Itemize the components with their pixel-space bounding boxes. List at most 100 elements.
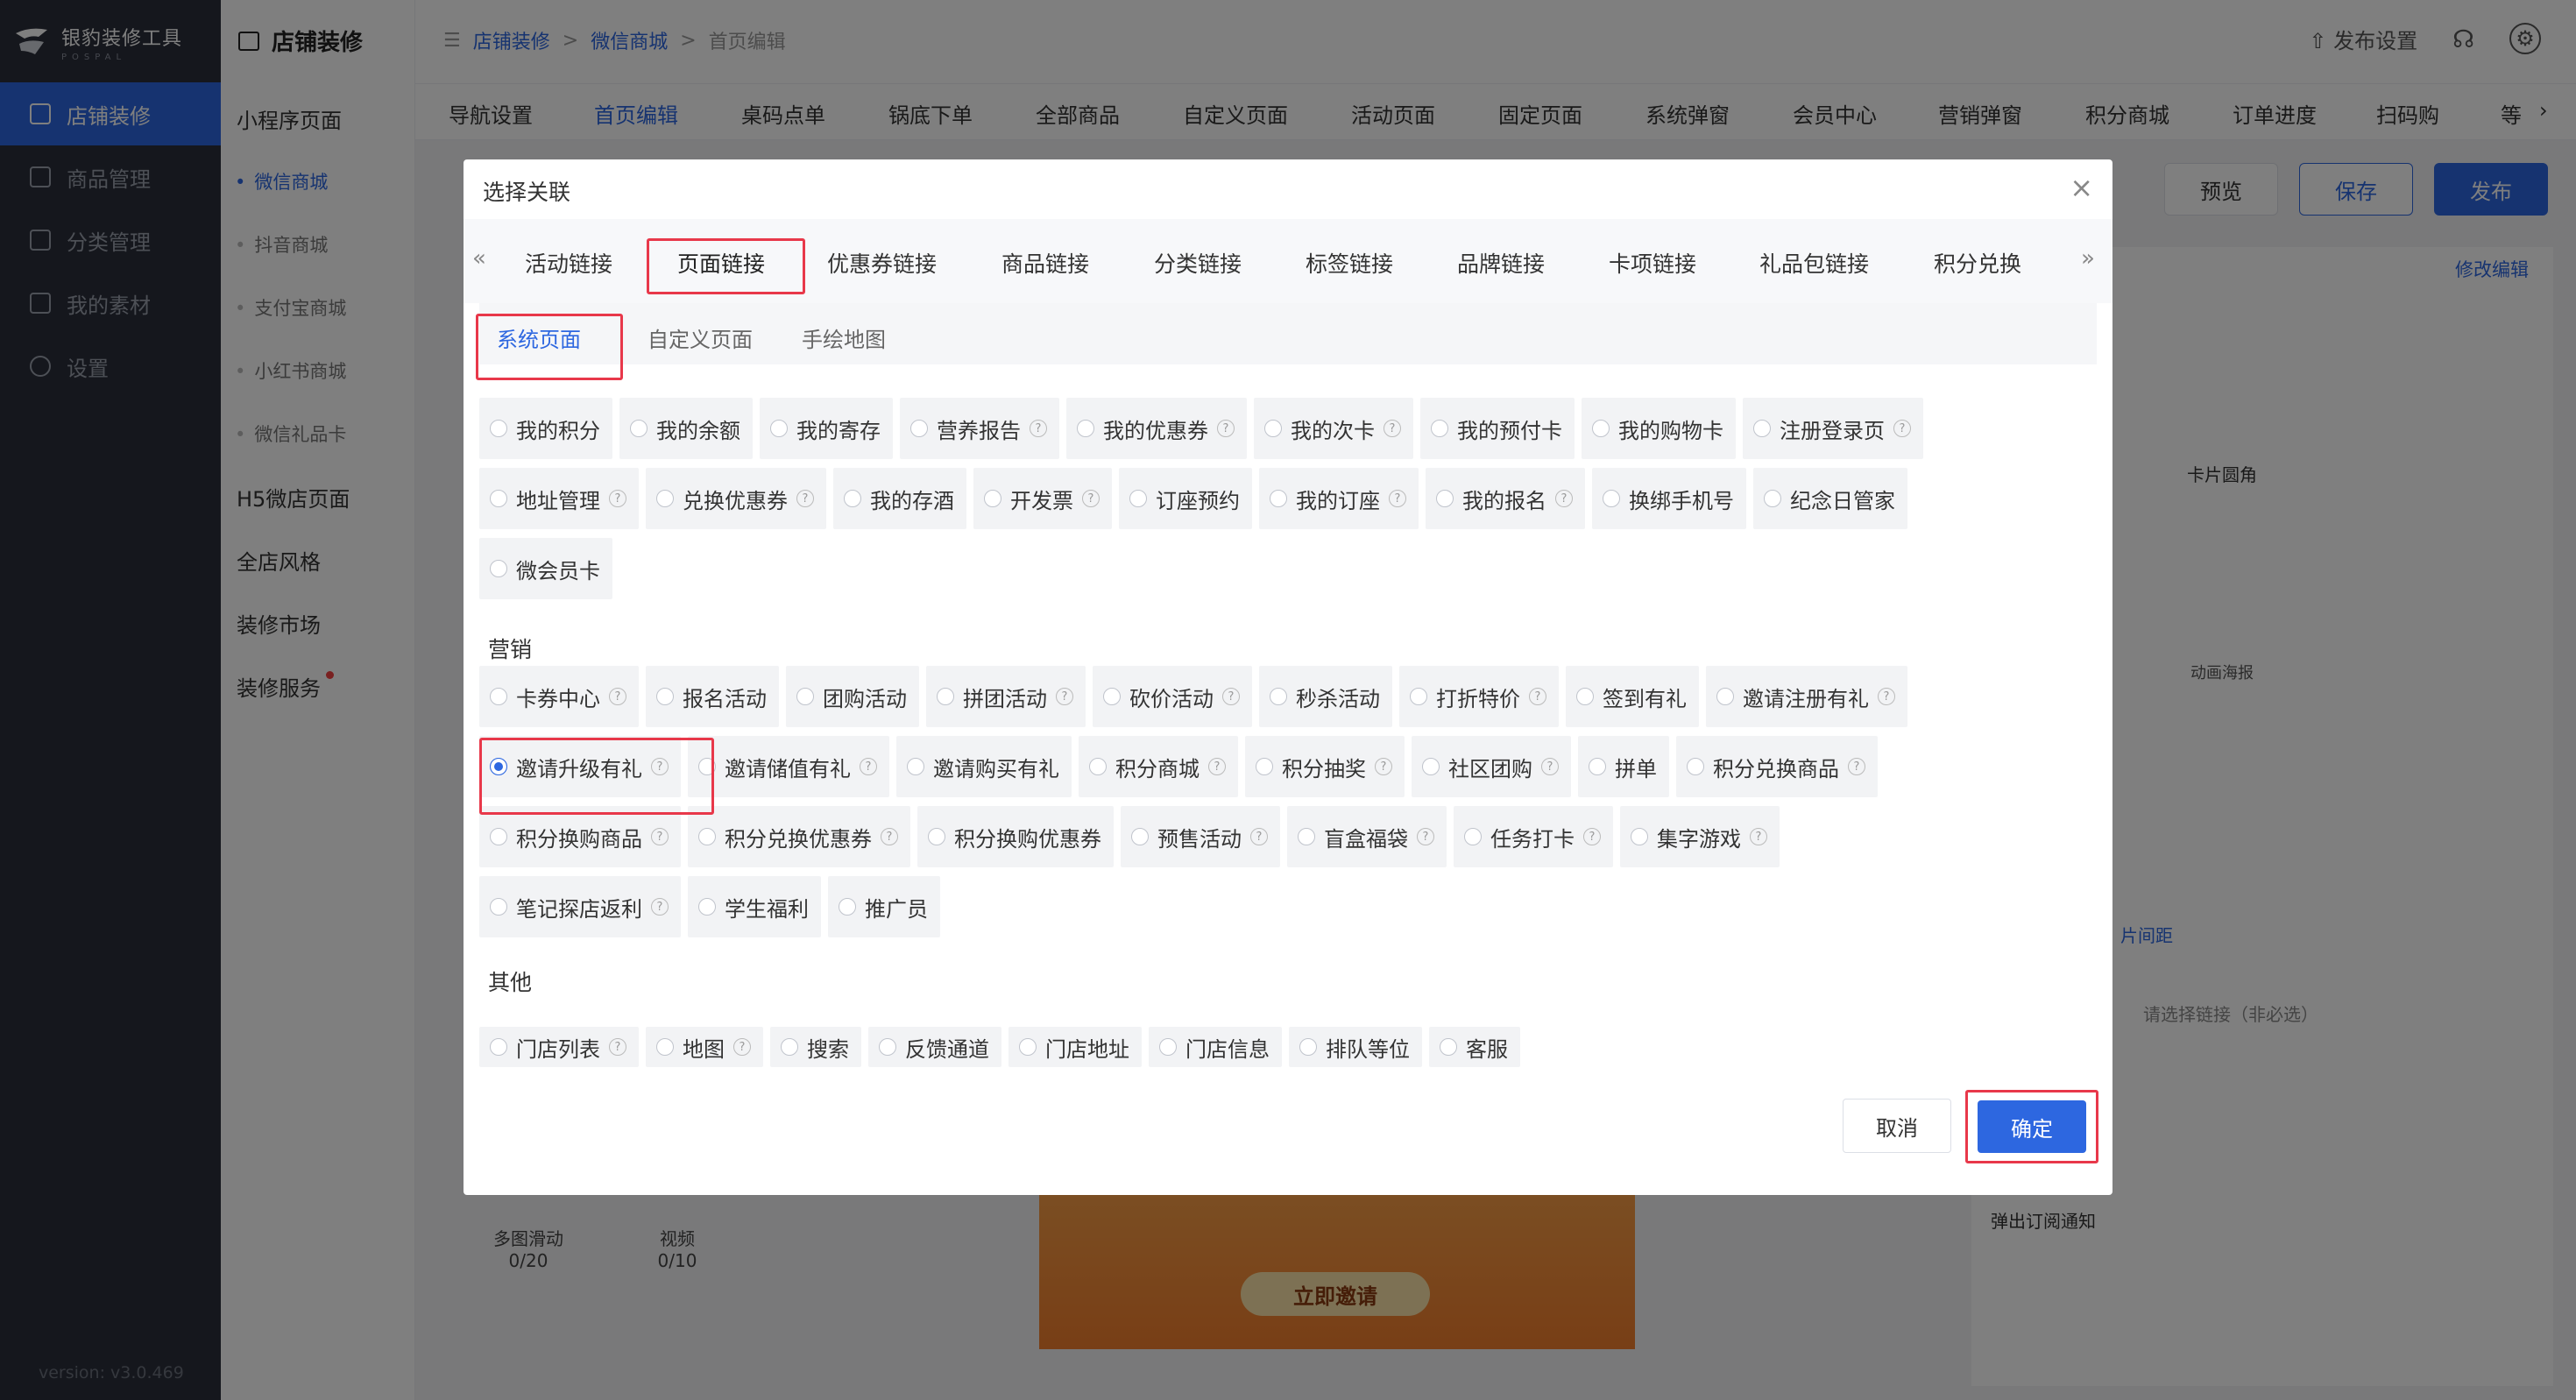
radio-icon[interactable]	[490, 828, 507, 845]
radio-icon[interactable]	[1299, 1038, 1317, 1056]
radio-icon[interactable]	[490, 1038, 507, 1056]
radio-icon[interactable]	[490, 490, 507, 507]
help-icon[interactable]: ?	[1208, 758, 1226, 775]
option-item[interactable]: 兑换优惠券?	[646, 468, 826, 529]
tab-card-link[interactable]: 卡项链接	[1609, 247, 1696, 279]
radio-icon[interactable]	[1410, 688, 1427, 705]
close-icon[interactable]: ×	[2070, 173, 2093, 202]
help-icon[interactable]: ?	[1389, 490, 1406, 507]
radio-icon[interactable]	[1256, 758, 1273, 775]
radio-icon[interactable]	[910, 420, 928, 437]
option-item[interactable]: 地址管理?	[479, 468, 639, 529]
help-icon[interactable]: ?	[1529, 688, 1546, 705]
option-item[interactable]: 门店地址	[1008, 1027, 1142, 1067]
option-item[interactable]: 邀请升级有礼?	[479, 736, 681, 797]
help-icon[interactable]: ?	[609, 1038, 626, 1056]
radio-icon[interactable]	[1089, 758, 1107, 775]
option-item[interactable]: 盲盒福袋?	[1287, 806, 1447, 867]
option-item[interactable]: 我的积分	[479, 398, 612, 459]
help-icon[interactable]: ?	[796, 490, 814, 507]
radio-icon[interactable]	[490, 898, 507, 916]
help-icon[interactable]: ?	[1250, 828, 1268, 845]
option-item[interactable]: 邀请购买有礼	[896, 736, 1072, 797]
option-item[interactable]: 邀请注册有礼?	[1706, 666, 1907, 727]
option-item[interactable]: 积分兑换商品?	[1676, 736, 1878, 797]
tab-product-link[interactable]: 商品链接	[1001, 247, 1089, 279]
tab-activity-link[interactable]: 活动链接	[525, 247, 612, 279]
option-item[interactable]: 排队等位	[1289, 1027, 1422, 1067]
radio-icon[interactable]	[1270, 490, 1287, 507]
option-item[interactable]: 卡券中心?	[479, 666, 639, 727]
help-icon[interactable]: ?	[1056, 688, 1073, 705]
radio-icon[interactable]	[656, 688, 674, 705]
option-item[interactable]: 注册登录页?	[1743, 398, 1923, 459]
radio-icon[interactable]	[1077, 420, 1094, 437]
radio-icon[interactable]	[928, 828, 945, 845]
option-item[interactable]: 积分换购商品?	[479, 806, 681, 867]
radio-icon[interactable]	[1753, 420, 1771, 437]
help-icon[interactable]: ?	[1030, 420, 1047, 437]
option-item[interactable]: 砍价活动?	[1093, 666, 1252, 727]
radio-icon[interactable]	[1298, 828, 1315, 845]
option-item[interactable]: 积分兑换优惠券?	[688, 806, 910, 867]
option-item[interactable]: 开发票?	[973, 468, 1112, 529]
radio-icon[interactable]	[1589, 758, 1606, 775]
option-item[interactable]: 集字游戏?	[1620, 806, 1780, 867]
option-item[interactable]: 拼单	[1578, 736, 1669, 797]
radio-icon[interactable]	[1264, 420, 1282, 437]
radio-icon[interactable]	[1592, 420, 1610, 437]
option-item[interactable]: 我的余额	[619, 398, 753, 459]
help-icon[interactable]: ?	[1541, 758, 1559, 775]
help-icon[interactable]: ?	[1878, 688, 1895, 705]
option-item[interactable]: 团购活动	[786, 666, 919, 727]
option-item[interactable]: 报名活动	[646, 666, 779, 727]
option-item[interactable]: 积分换购优惠券	[917, 806, 1114, 867]
tab-points-exchange[interactable]: 积分兑换	[1934, 247, 2021, 279]
confirm-button[interactable]: 确定	[1978, 1100, 2086, 1153]
option-item[interactable]: 邀请储值有礼?	[688, 736, 889, 797]
chevron-right-icon[interactable]: »	[2081, 245, 2095, 272]
option-item[interactable]: 我的预付卡	[1420, 398, 1575, 459]
option-item[interactable]: 我的优惠券?	[1066, 398, 1247, 459]
help-icon[interactable]: ?	[1222, 688, 1240, 705]
radio-icon[interactable]	[1431, 420, 1448, 437]
subtab-hand-drawn-map[interactable]: 手绘地图	[802, 322, 886, 353]
help-icon[interactable]: ?	[733, 1038, 751, 1056]
radio-icon[interactable]	[1422, 758, 1440, 775]
radio-icon[interactable]	[1716, 688, 1734, 705]
radio-icon[interactable]	[656, 490, 674, 507]
radio-icon[interactable]	[839, 898, 856, 916]
option-item[interactable]: 我的存酒	[833, 468, 966, 529]
radio-icon[interactable]	[1159, 1038, 1177, 1056]
radio-icon[interactable]	[1576, 688, 1594, 705]
subtab-custom-pages[interactable]: 自定义页面	[648, 322, 753, 353]
option-item[interactable]: 营养报告?	[900, 398, 1059, 459]
radio-icon[interactable]	[1436, 490, 1454, 507]
option-item[interactable]: 我的订座?	[1259, 468, 1419, 529]
tab-giftpack-link[interactable]: 礼品包链接	[1759, 247, 1869, 279]
radio-icon[interactable]	[1687, 758, 1704, 775]
radio-icon[interactable]	[796, 688, 814, 705]
help-icon[interactable]: ?	[609, 490, 626, 507]
radio-icon[interactable]	[630, 420, 648, 437]
radio-icon[interactable]	[1464, 828, 1482, 845]
tab-tag-link[interactable]: 标签链接	[1306, 247, 1393, 279]
option-item[interactable]: 社区团购?	[1412, 736, 1571, 797]
radio-icon[interactable]	[907, 758, 924, 775]
radio-icon[interactable]	[656, 1038, 674, 1056]
option-item[interactable]: 搜索	[770, 1027, 861, 1067]
radio-icon[interactable]	[1129, 490, 1147, 507]
help-icon[interactable]: ?	[881, 828, 898, 845]
radio-icon[interactable]	[698, 828, 716, 845]
option-item[interactable]: 微会员卡	[479, 538, 612, 599]
option-item[interactable]: 我的报名?	[1426, 468, 1585, 529]
option-item[interactable]: 任务打卡?	[1454, 806, 1613, 867]
option-item[interactable]: 反馈通道	[868, 1027, 1001, 1067]
radio-icon[interactable]	[490, 758, 507, 775]
help-icon[interactable]: ?	[1217, 420, 1235, 437]
option-item[interactable]: 地图?	[646, 1027, 763, 1067]
option-item[interactable]: 客服	[1429, 1027, 1520, 1067]
help-icon[interactable]: ?	[1893, 420, 1911, 437]
radio-icon[interactable]	[984, 490, 1001, 507]
option-item[interactable]: 门店列表?	[479, 1027, 639, 1067]
